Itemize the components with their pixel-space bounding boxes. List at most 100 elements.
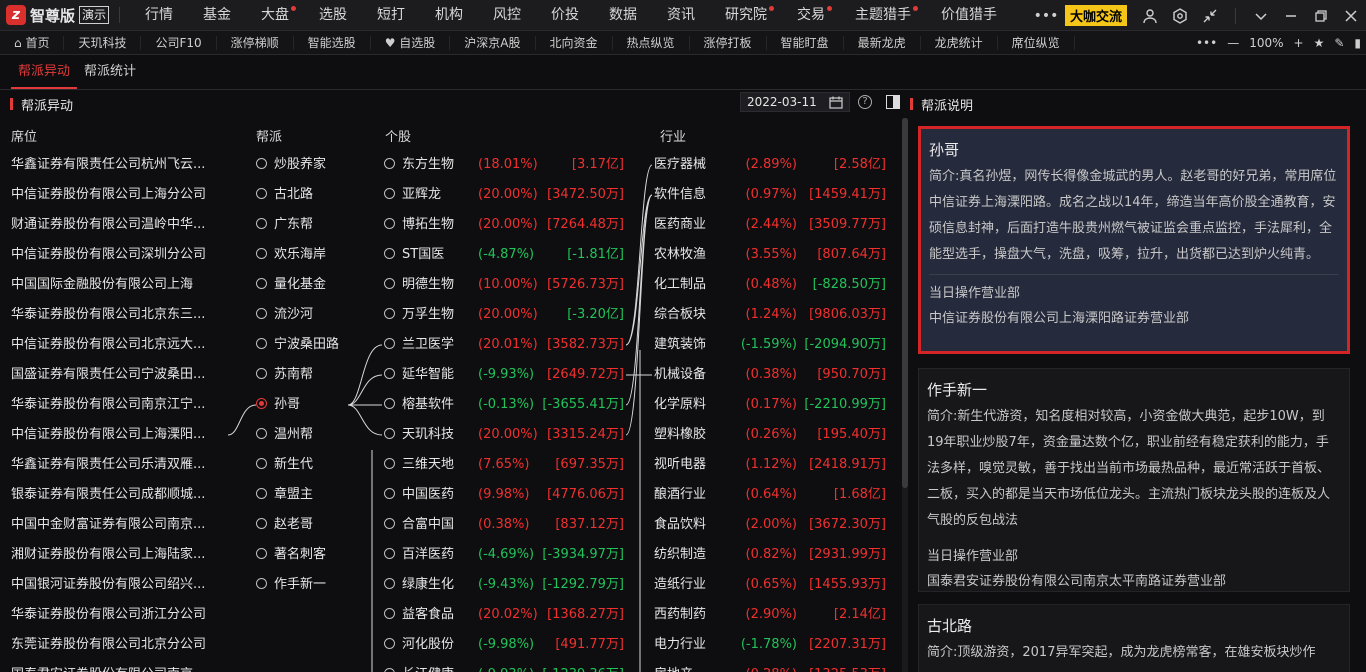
quick-link[interactable]: 沪深京A股 [450,35,536,50]
seat-name[interactable]: 国泰君安证券股份有限公司南京... [11,667,221,672]
industry-name[interactable]: 化工制品 [654,277,706,293]
industry-name[interactable]: 西药制药 [654,607,706,623]
radio-icon[interactable] [384,518,395,529]
panel-toggle-icon[interactable] [886,95,900,109]
radio-icon[interactable] [256,188,267,199]
table-row[interactable]: 华鑫证券有限责任公司乐清双雁... 新生代 三维天地 (7.65%) [697.35万]… [0,450,900,480]
settings-icon[interactable] [1165,0,1195,31]
edit-icon[interactable]: ✎ [1329,36,1349,50]
table-row[interactable]: 中信证券股份有限公司北京远大... 宁波桑田路 兰卫医学 (20.01%) [3582.… [0,330,900,360]
table-row[interactable]: 中信证券股份有限公司上海分公司 古北路 亚辉龙 (20.00%) [3472.50万] 软… [0,180,900,210]
quick-link[interactable]: ⌂ 首页 [0,35,65,50]
stock-option[interactable]: 东方生物 [384,157,454,173]
stock-option[interactable]: 中国医药 [384,487,454,503]
table-row[interactable]: 东莞证券股份有限公司北京分公司 河化股份 (-9.98%) [491.77万] 电力行业… [0,630,900,660]
table-row[interactable]: 华泰证券股份有限公司南京江宁... 孙哥 榕基软件 (-0.13%) [-3655.41… [0,390,900,420]
industry-name[interactable]: 视听电器 [654,457,706,473]
stock-option[interactable]: 益客食品 [384,607,454,623]
table-row[interactable]: 华泰证券股份有限公司浙江分公司 益客食品 (20.02%) [1368.27万] 西药制… [0,600,900,630]
radio-icon[interactable] [384,278,395,289]
gang-option[interactable]: 作手新一 [256,577,326,593]
industry-name[interactable]: 医疗器械 [654,157,706,173]
seat-name[interactable]: 国盛证券有限责任公司宁波桑田... [11,367,221,383]
stock-option[interactable]: 博拓生物 [384,217,454,233]
table-row[interactable]: 华泰证券股份有限公司北京东三... 流沙河 万孚生物 (20.00%) [-3.20亿]… [0,300,900,330]
radio-icon[interactable] [384,188,395,199]
stock-option[interactable]: 明德生物 [384,277,454,293]
industry-name[interactable]: 建筑装饰 [654,337,706,353]
table-row[interactable]: 银泰证券有限责任公司成都顺城... 章盟主 中国医药 (9.98%) [4776.06万… [0,480,900,510]
stock-option[interactable]: 长江健康 [384,667,454,672]
stock-option[interactable]: 绿康生化 [384,577,454,593]
radio-icon[interactable] [256,278,267,289]
scroll-thumb[interactable] [902,118,908,488]
gang-option[interactable]: 章盟主 [256,487,313,503]
industry-name[interactable]: 化学原料 [654,397,706,413]
table-row[interactable]: 中国中金财富证券有限公司南京... 赵老哥 合富中国 (0.38%) [837.12万]… [0,510,900,540]
seat-name[interactable]: 华鑫证券有限责任公司乐清双雁... [11,457,221,473]
radio-icon[interactable] [256,458,267,469]
quick-link[interactable]: 涨停打板 [690,35,767,50]
stock-option[interactable]: 天玑科技 [384,427,454,443]
gang-option[interactable]: 新生代 [256,457,313,473]
stock-option[interactable]: 合富中国 [384,517,454,533]
nav-item[interactable]: 研究院 [710,0,782,31]
radio-icon[interactable] [384,458,395,469]
radio-icon[interactable] [256,428,267,439]
seat-name[interactable]: 华泰证券股份有限公司北京东三... [11,307,221,323]
gang-option[interactable]: 赵老哥 [256,517,313,533]
nav-item[interactable]: 资讯 [652,0,710,31]
radio-icon[interactable] [384,428,395,439]
industry-name[interactable]: 医药商业 [654,217,706,233]
left-scrollbar[interactable] [902,118,908,672]
nav-item[interactable]: 风控 [478,0,536,31]
gang-option[interactable]: 孙哥 [256,397,300,413]
pin-icon[interactable]: ▮ [1349,36,1366,50]
industry-name[interactable]: 塑料橡胶 [654,427,706,443]
industry-name[interactable]: 食品饮料 [654,517,706,533]
table-row[interactable]: 中信证券股份有限公司深圳分公司 欢乐海岸 ST国医 (-4.87%) [-1.81亿] 农… [0,240,900,270]
radio-icon[interactable] [256,248,267,259]
radio-icon[interactable] [256,368,267,379]
nav-item[interactable]: 主题猎手 [840,0,926,31]
radio-icon[interactable] [256,218,267,229]
dakaxu-button[interactable]: 大咖交流 [1064,5,1127,26]
table-row[interactable]: 华鑫证券有限责任公司杭州飞云... 炒股养家 东方生物 (18.01%) [3.17亿]… [0,150,900,180]
industry-name[interactable]: 机械设备 [654,367,706,383]
seat-name[interactable]: 银泰证券有限责任公司成都顺城... [11,487,221,503]
seat-name[interactable]: 中信证券股份有限公司深圳分公司 [11,247,221,263]
stock-option[interactable]: 延华智能 [384,367,454,383]
restore-icon[interactable] [1306,0,1336,31]
gang-option[interactable]: 流沙河 [256,307,313,323]
radio-icon[interactable] [384,608,395,619]
table-row[interactable]: 国泰君安证券股份有限公司南京... 长江健康 (-9.93%) [-1239.36万]… [0,660,900,672]
gang-option[interactable]: 温州帮 [256,427,313,443]
stock-option[interactable]: 河化股份 [384,637,454,653]
chevron-down-icon[interactable] [1246,0,1276,31]
radio-icon[interactable] [256,578,267,589]
radio-icon[interactable] [384,248,395,259]
seat-name[interactable]: 华泰证券股份有限公司浙江分公司 [11,607,221,623]
tab-bangpai-yidong[interactable]: 帮派异动 [11,55,78,89]
industry-name[interactable]: 软件信息 [654,187,706,203]
quick-link[interactable]: 天玑科技 [64,35,142,50]
close-icon[interactable] [1336,0,1366,31]
stock-option[interactable]: 榕基软件 [384,397,454,413]
table-row[interactable]: 财通证券股份有限公司温岭中华... 广东帮 博拓生物 (20.00%) [7264.48… [0,210,900,240]
gang-option[interactable]: 宁波桑田路 [256,337,339,353]
radio-icon[interactable] [256,158,267,169]
gang-option[interactable]: 欢乐海岸 [256,247,326,263]
quick-link[interactable]: 热点纵览 [613,35,690,50]
radio-icon[interactable] [384,368,395,379]
gang-card[interactable]: 古北路 简介:顶级游资，2017异军突起，成为龙虎榜常客，在雄安板块炒作 [918,604,1350,672]
radio-icon[interactable] [256,338,267,349]
nav-item[interactable]: 数据 [594,0,652,31]
seat-name[interactable]: 财通证券股份有限公司温岭中华... [11,217,221,233]
nav-item[interactable]: 基金 [188,0,246,31]
seat-name[interactable]: 中国银河证券股份有限公司绍兴... [11,577,221,593]
stock-option[interactable]: 百洋医药 [384,547,454,563]
table-row[interactable]: 中国国际金融股份有限公司上海 量化基金 明德生物 (10.00%) [5726.73万]… [0,270,900,300]
seat-name[interactable]: 中国国际金融股份有限公司上海 [11,277,221,293]
nav-item[interactable]: 行情 [130,0,188,31]
industry-name[interactable]: 电力行业 [654,637,706,653]
